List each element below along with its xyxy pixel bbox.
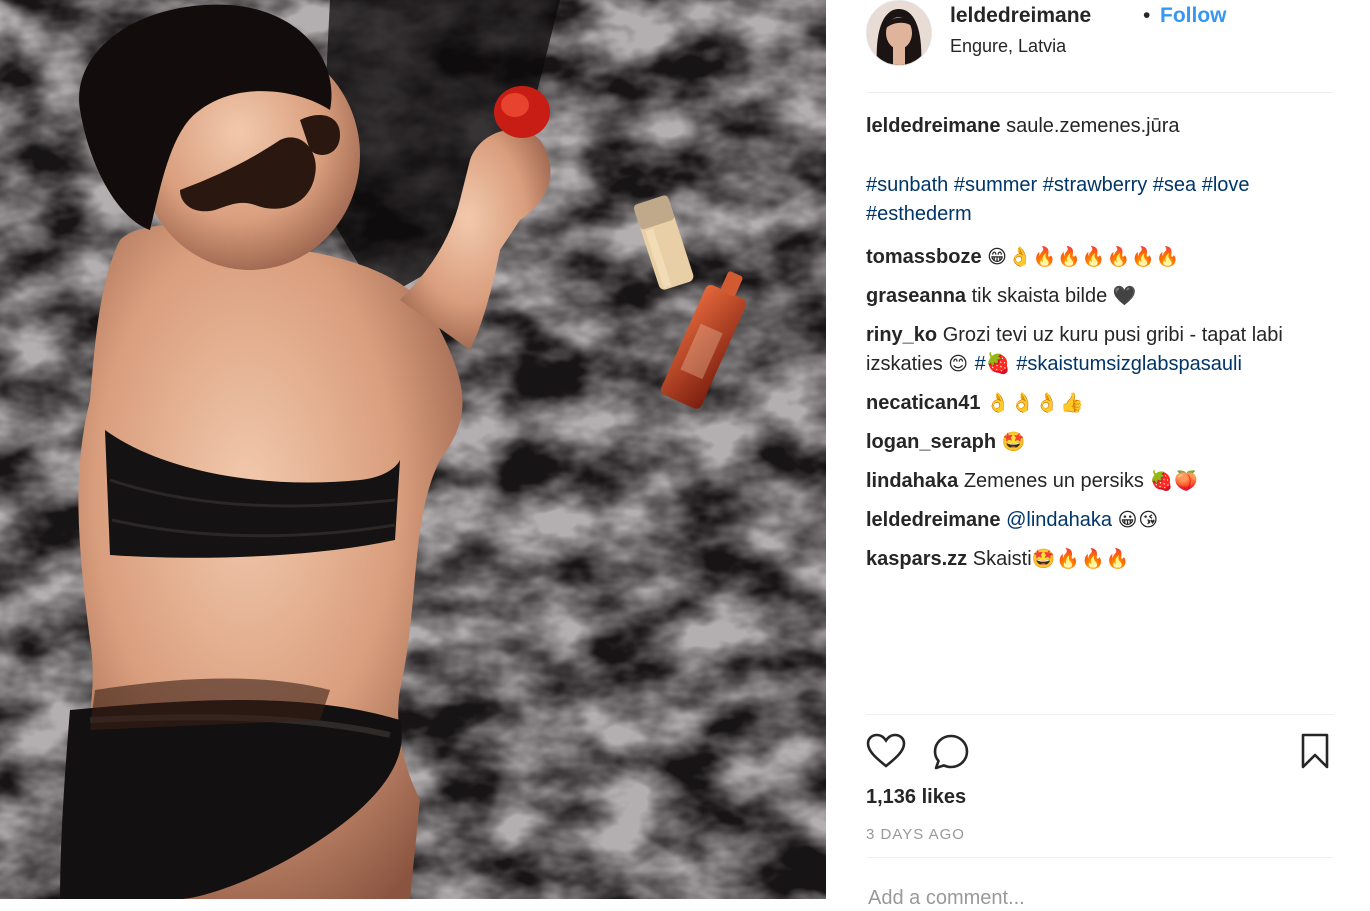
comment-emoji: 🤩 bbox=[1001, 431, 1027, 453]
sunbathing-photo bbox=[0, 0, 826, 899]
comment-item: kaspars.zz Skaisti🤩🔥🔥🔥 bbox=[866, 545, 1336, 574]
comment-emoji: 😀😘 bbox=[1117, 509, 1160, 531]
comment-username[interactable]: leldedreimane bbox=[866, 509, 1001, 531]
comment-hashtag[interactable]: #skaistumsizglabspasauli bbox=[1016, 353, 1242, 375]
caption-hashtag-esthederm[interactable]: #esthederm bbox=[866, 203, 972, 225]
bookmark-icon[interactable] bbox=[1300, 733, 1330, 774]
post-actions bbox=[866, 714, 1334, 785]
comment-username[interactable]: necatican41 bbox=[866, 392, 981, 414]
comment-username[interactable]: tomassboze bbox=[866, 246, 982, 268]
comment-item: graseanna tik skaista bilde 🖤 bbox=[866, 282, 1336, 311]
caption-text: saule.zemenes.jūra bbox=[1006, 115, 1180, 137]
post-caption: leldedreimane saule.zemenes.jūra #sunbat… bbox=[866, 112, 1336, 229]
comment-hashtag[interactable]: #🍓 bbox=[975, 353, 1011, 375]
likes-count[interactable]: 1,136 likes bbox=[866, 786, 966, 809]
follow-button[interactable]: Follow bbox=[1160, 4, 1227, 28]
comment-emoji: 👌👌👌👍 bbox=[986, 392, 1085, 414]
header-separator: • bbox=[1143, 4, 1151, 27]
post-header: leldedreimane • Follow Engure, Latvia bbox=[866, 0, 1334, 93]
post-details-panel: leldedreimane • Follow Engure, Latvia le… bbox=[826, 0, 1370, 911]
comment-text: Zemenes un persiks bbox=[963, 470, 1144, 492]
post-timestamp[interactable]: 3 DAYS AGO bbox=[866, 826, 965, 843]
caption-hashtags[interactable]: #sunbath #summer #strawberry #sea #love bbox=[866, 174, 1250, 196]
author-username[interactable]: leldedreimane bbox=[950, 4, 1091, 28]
comment-mention[interactable]: @lindahaka bbox=[1006, 509, 1112, 531]
comment-item: leldedreimane @lindahaka 😀😘 bbox=[866, 506, 1336, 535]
comment-item: logan_seraph 🤩 bbox=[866, 428, 1336, 457]
comment-item: tomassboze 😁👌🔥🔥🔥🔥🔥🔥 bbox=[866, 243, 1336, 272]
comment-bubble-icon[interactable] bbox=[932, 733, 970, 776]
comment-username[interactable]: kaspars.zz bbox=[866, 548, 967, 570]
comment-emoji: 🤩🔥🔥🔥 bbox=[1031, 548, 1131, 570]
heart-icon[interactable] bbox=[866, 733, 906, 774]
comment-text: tik skaista bilde bbox=[971, 285, 1108, 307]
comment-username[interactable]: graseanna bbox=[866, 285, 966, 307]
avatar-portrait bbox=[867, 1, 931, 65]
comment-item: necatican41 👌👌👌👍 bbox=[866, 389, 1336, 418]
comment-username[interactable]: lindahaka bbox=[866, 470, 958, 492]
comment-emoji: 😊 bbox=[948, 353, 970, 375]
post-photo[interactable] bbox=[0, 0, 826, 899]
comment-username[interactable]: riny_ko bbox=[866, 324, 937, 346]
comment-emoji: 🍓🍑 bbox=[1149, 470, 1199, 492]
comment-emoji: 😁👌🔥🔥🔥🔥🔥🔥 bbox=[987, 246, 1181, 268]
comments-list: leldedreimane saule.zemenes.jūra #sunbat… bbox=[866, 112, 1336, 584]
comment-item: lindahaka Zemenes un persiks 🍓🍑 bbox=[866, 467, 1336, 496]
comment-item: riny_ko Grozi tevi uz kuru pusi gribi - … bbox=[866, 321, 1336, 379]
comment-text: Skaisti bbox=[972, 548, 1032, 570]
comment-username[interactable]: leldedreimane bbox=[866, 115, 1001, 137]
comment-username[interactable]: logan_seraph bbox=[866, 431, 996, 453]
post-location[interactable]: Engure, Latvia bbox=[950, 36, 1066, 57]
author-avatar[interactable] bbox=[866, 0, 932, 66]
add-comment-section bbox=[866, 857, 1334, 911]
comment-emoji: 🖤 bbox=[1112, 285, 1138, 307]
instagram-post: leldedreimane • Follow Engure, Latvia le… bbox=[0, 0, 1370, 911]
